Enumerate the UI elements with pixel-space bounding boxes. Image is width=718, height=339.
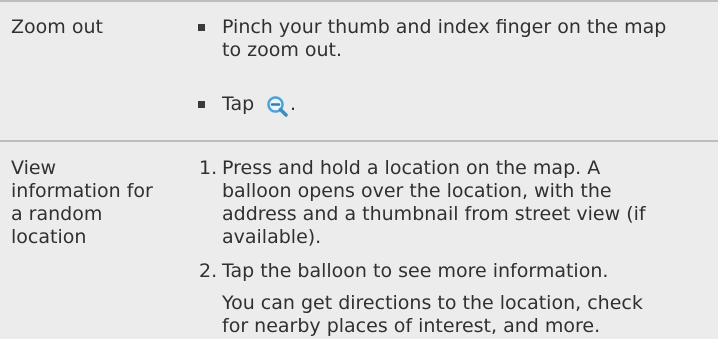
step-text-line: Tap the balloon to see more information. xyxy=(222,260,609,282)
row-divider xyxy=(0,140,718,142)
step-text-after-icon: . xyxy=(290,93,297,115)
step-note-line: You can get directions to the location, … xyxy=(222,292,643,314)
bullet-marker xyxy=(198,101,205,108)
step-text-line: to zoom out. xyxy=(222,39,343,61)
zoom-out-icon xyxy=(267,96,288,117)
step-number: 2. xyxy=(199,260,218,282)
bullet-marker xyxy=(198,24,205,31)
row-label-zoom-out: Zoom out xyxy=(11,16,103,38)
step-note-line: for nearby places of interest, and more. xyxy=(222,315,601,337)
step-text-line: balloon opens over the location, with th… xyxy=(222,180,612,202)
step-text-line: address and a thumbnail from street view… xyxy=(222,203,646,225)
step-text-line: available). xyxy=(222,226,322,248)
table-top-divider xyxy=(0,0,718,2)
step-number: 1. xyxy=(199,157,218,179)
step-text-line: Press and hold a location on the map. A xyxy=(222,157,601,179)
row-label-line: a random xyxy=(11,203,103,225)
step-text-before-icon: Tap xyxy=(222,93,255,115)
row-label-line: information for xyxy=(11,180,153,202)
row-label-line: View xyxy=(11,157,57,179)
instructions-table: Zoom out Pinch your thumb and index fing… xyxy=(0,0,718,339)
row-label-line: location xyxy=(11,226,87,248)
step-text-line: Pinch your thumb and index finger on the… xyxy=(222,16,667,38)
